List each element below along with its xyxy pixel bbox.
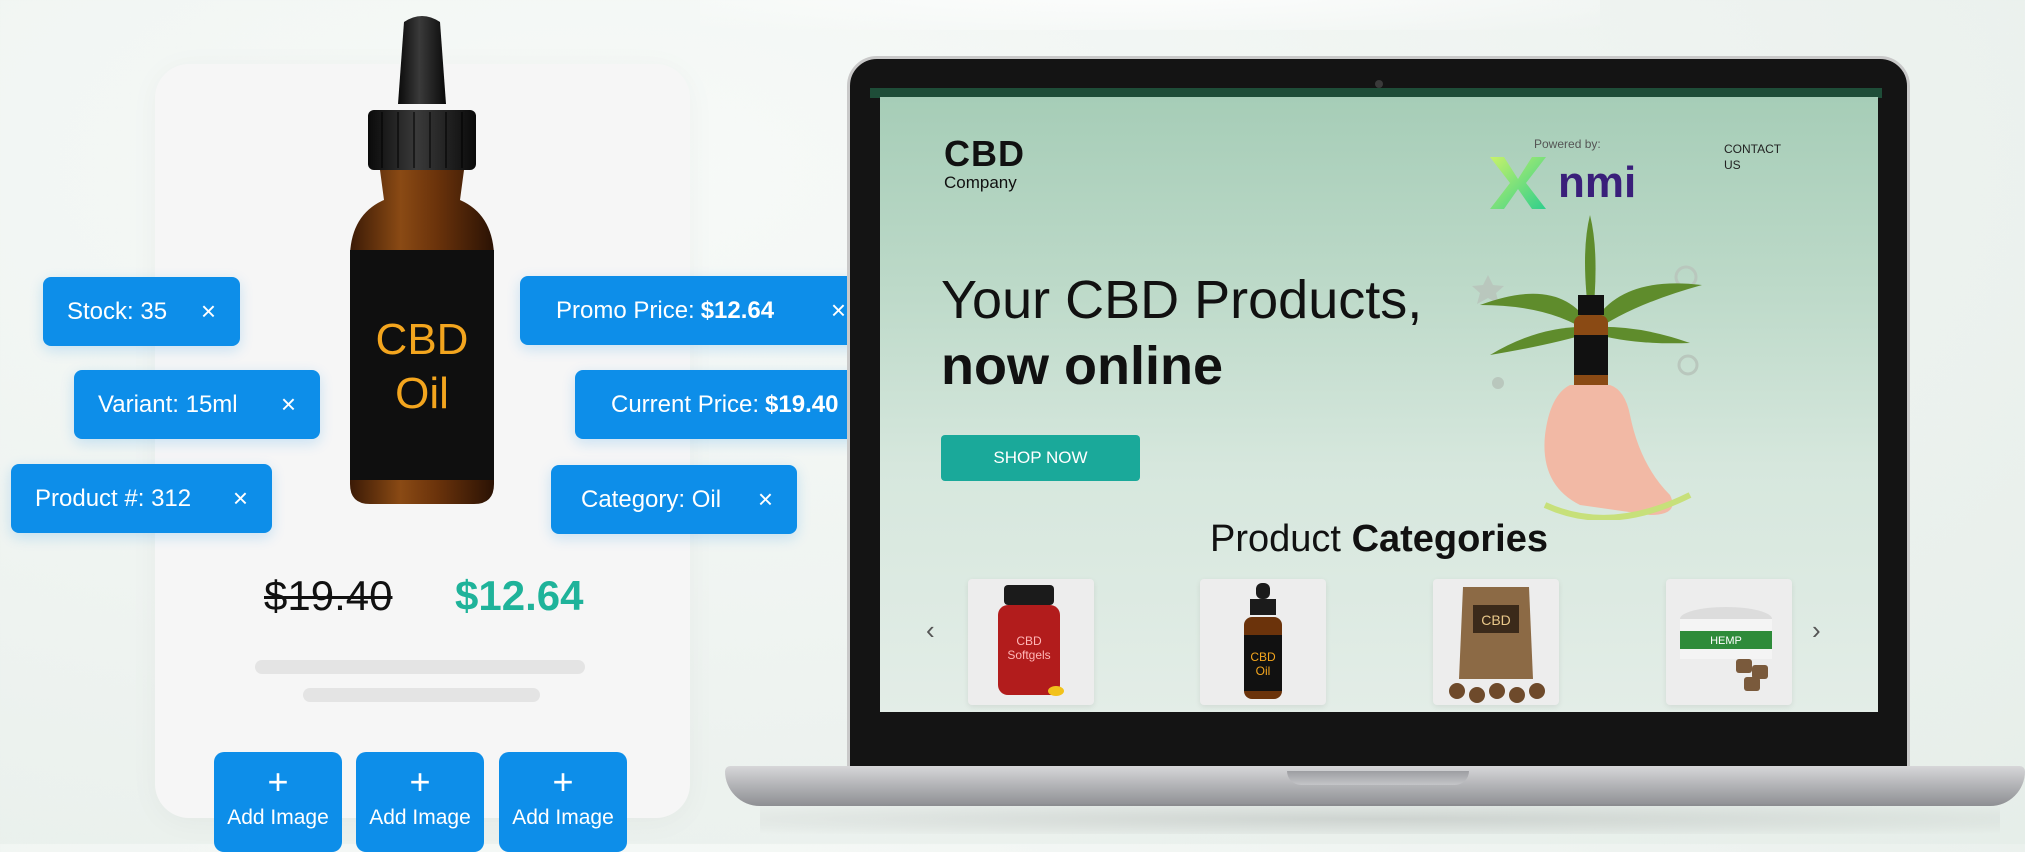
tag-label: Promo Price:	[556, 296, 695, 324]
close-icon[interactable]: ×	[261, 389, 296, 420]
site-logo-subtitle: Company	[944, 173, 1017, 192]
tag-label: Category: Oil	[581, 485, 722, 513]
laptop-shadow	[760, 804, 2000, 834]
close-icon[interactable]: ×	[738, 484, 773, 515]
add-image-label: Add Image	[369, 806, 471, 829]
category-thumb-softgels[interactable]: CBD Softgels	[968, 579, 1094, 705]
background-glow	[700, 0, 1600, 30]
site-logo-title: CBD	[944, 133, 1025, 174]
carousel-next-arrow[interactable]: ›	[1812, 615, 1821, 646]
jar-label: HEMP	[1710, 635, 1742, 647]
add-image-label: Add Image	[227, 806, 329, 829]
plus-icon: +	[552, 761, 574, 802]
oil-bottle-image: CBD Oil	[1244, 583, 1282, 699]
add-image-button[interactable]: + Add Image	[356, 752, 484, 852]
close-icon[interactable]: ×	[811, 295, 846, 326]
nmi-logo-text: nmi	[1558, 158, 1636, 207]
original-price: $19.40	[264, 572, 393, 619]
tag-label: Product #: 312	[35, 484, 192, 512]
category-thumb-oil[interactable]: CBD Oil	[1200, 579, 1326, 705]
product-categories-title: Product Categories	[880, 518, 1878, 561]
carousel-prev-arrow[interactable]: ‹	[926, 615, 935, 646]
tag-value: $19.40	[765, 390, 839, 418]
description-placeholder-line	[255, 660, 585, 674]
shop-now-button[interactable]: SHOP NOW	[941, 435, 1140, 481]
tag-promo-price[interactable]: Promo Price: $12.64 ×	[520, 276, 870, 345]
add-image-button[interactable]: + Add Image	[499, 752, 627, 852]
tag-label: Current Price:	[611, 390, 760, 418]
softgels-jar-image: CBD Softgels	[998, 585, 1064, 696]
tag-label: Variant: 15ml	[98, 390, 238, 418]
tag-variant[interactable]: Variant: 15ml ×	[74, 370, 320, 439]
category-thumb-jar[interactable]: HEMP	[1666, 579, 1792, 705]
cbd-oil-bottle-image: CBD Oil	[350, 16, 494, 504]
description-placeholder-line	[303, 688, 540, 702]
contact-us-link[interactable]: CONTACT US	[1724, 141, 1794, 173]
hemp-jar-image: HEMP	[1680, 607, 1772, 691]
softgels-label-2: Softgels	[1007, 648, 1050, 662]
nmi-logo: nmi	[1490, 157, 1636, 209]
categories-title-bold: Categories	[1351, 518, 1548, 560]
laptop-hinge-notch	[1287, 771, 1469, 785]
softgels-label-1: CBD	[1016, 634, 1042, 648]
hero-headline-bold: now online	[941, 336, 1223, 396]
add-image-button[interactable]: + Add Image	[214, 752, 342, 852]
site-logo[interactable]: CBD Company	[944, 135, 1025, 193]
hand-holding-bottle-illustration	[1472, 215, 1702, 520]
edibles-pouch-image: CBD	[1449, 587, 1545, 703]
bottle-label-line-1: CBD	[376, 315, 469, 364]
oil-label-2: Oil	[1256, 664, 1271, 678]
bottle-label-line-2: Oil	[395, 369, 449, 418]
tag-product-number[interactable]: Product #: 312 ×	[11, 464, 272, 533]
category-thumb-pouch[interactable]: CBD	[1433, 579, 1559, 705]
promo-price: $12.64	[455, 572, 584, 619]
website-screen: CBD Company Powered by: nmi CONTACT US Y…	[880, 97, 1878, 712]
hero-headline: Your CBD Products,	[941, 270, 1423, 330]
camera-icon	[1375, 80, 1383, 88]
tag-category[interactable]: Category: Oil ×	[551, 465, 797, 534]
pouch-label: CBD	[1481, 612, 1511, 628]
tag-value: $12.64	[700, 296, 775, 324]
categories-title-light: Product	[1210, 518, 1341, 560]
add-image-label: Add Image	[512, 806, 614, 829]
tag-stock[interactable]: Stock: 35 ×	[43, 277, 240, 346]
plus-icon: +	[267, 761, 289, 802]
close-icon[interactable]: ×	[213, 483, 248, 514]
close-icon[interactable]: ×	[181, 296, 216, 327]
tag-label: Stock: 35	[67, 297, 168, 325]
oil-label-1: CBD	[1250, 650, 1276, 664]
plus-icon: +	[409, 761, 431, 802]
